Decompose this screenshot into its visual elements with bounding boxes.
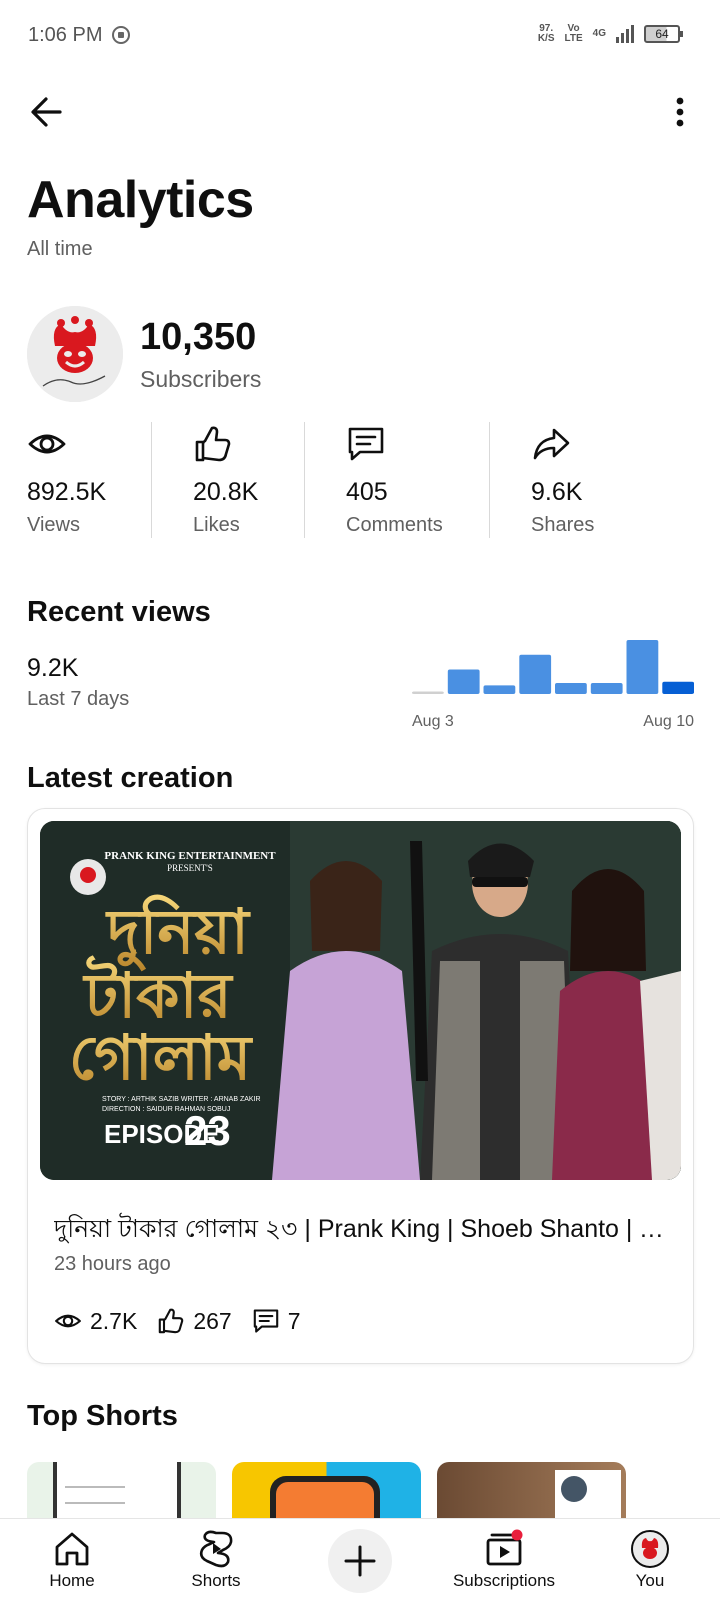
stat-value: 892.5K: [27, 478, 107, 506]
volte-bottom: LTE: [564, 33, 583, 44]
bottom-navigation: Home Shorts Subscriptions You: [0, 1518, 720, 1600]
video-views: 2.7K: [54, 1307, 137, 1335]
video-posted-time: 23 hours ago: [54, 1253, 171, 1275]
status-time: 1:06 PM: [28, 24, 103, 46]
nav-subscriptions[interactable]: Subscriptions: [448, 1519, 560, 1600]
short-thumbnail[interactable]: [27, 1462, 216, 1518]
stats-row: 892.5K Views 20.8K Likes 405 Comments 9.…: [27, 422, 693, 540]
short-thumbnail[interactable]: [232, 1462, 421, 1518]
chart-bar: [626, 640, 659, 694]
video-likes-value: 267: [193, 1307, 232, 1334]
home-icon: [55, 1532, 89, 1566]
screen-record-icon: [112, 26, 130, 44]
subscriptions-icon: [486, 1529, 523, 1566]
thumb-presenter: PRANK KING ENTERTAINMENT: [104, 850, 276, 862]
thumbnail-artwork: PRANK KING ENTERTAINMENT PRESENT'S দুনিয…: [40, 821, 681, 1180]
stat-label: Likes: [193, 514, 240, 536]
battery-icon: 64: [644, 25, 683, 43]
share-icon: [533, 428, 570, 460]
video-likes: 267: [157, 1307, 232, 1335]
status-bar: 1:06 PM 97. K/S Vo LTE 4G 64: [0, 0, 720, 72]
nav-home-label: Home: [49, 1571, 95, 1590]
stat-value: 9.6K: [531, 478, 583, 506]
page-title: Analytics: [27, 171, 254, 229]
thumb-episode-number: 23: [184, 1107, 231, 1154]
nav-shorts[interactable]: Shorts: [184, 1519, 248, 1600]
create-button[interactable]: [328, 1529, 392, 1593]
signal-icon: [616, 25, 634, 43]
recent-views-chart[interactable]: Aug 3 Aug 10: [412, 640, 694, 730]
recent-views-label: Last 7 days: [27, 688, 130, 710]
chart-bar: [555, 683, 587, 694]
thumbs-up-icon: [159, 1308, 184, 1334]
chart-bar: [662, 681, 694, 694]
nav-you-label: You: [635, 1571, 665, 1590]
arrow-left-icon: [31, 97, 62, 127]
status-indicators: 97. K/S Vo LTE 4G 64: [538, 24, 683, 44]
channel-avatar[interactable]: [27, 306, 123, 402]
subscribers-count: 10,350: [140, 316, 257, 358]
network-type: 4G: [592, 28, 606, 39]
stat-views[interactable]: 892.5K Views: [27, 422, 151, 540]
stat-comments[interactable]: 405 Comments: [305, 422, 489, 540]
back-button[interactable]: [26, 92, 70, 132]
eye-icon: [28, 434, 66, 454]
video-comments-value: 7: [287, 1307, 301, 1334]
shorts-icon: [199, 1530, 233, 1568]
recent-views-value: 9.2K: [27, 654, 79, 682]
prank-king-logo: [27, 306, 123, 402]
stat-label: Comments: [346, 514, 443, 536]
stat-likes[interactable]: 20.8K Likes: [152, 422, 304, 540]
recent-views-title: Recent views: [27, 596, 211, 628]
plus-icon: [344, 1545, 376, 1577]
network-speed-unit: K/S: [537, 33, 555, 44]
nav-subscriptions-label: Subscriptions: [452, 1571, 556, 1590]
stat-value: 405: [346, 478, 388, 506]
stat-shares[interactable]: 9.6K Shares: [490, 422, 640, 540]
chart-tick-start: Aug 3: [412, 713, 454, 730]
top-shorts-title: Top Shorts: [27, 1400, 178, 1432]
video-title[interactable]: দুনিয়া টাকার গোলাম ২৩ | Prank King | Sh…: [54, 1209, 674, 1252]
comment-icon: [348, 427, 384, 461]
comment-icon: [253, 1309, 278, 1333]
volte-indicator: Vo LTE: [565, 24, 583, 44]
thumb-title-line3: গোলাম: [69, 1021, 254, 1094]
top-shorts-row: [27, 1462, 720, 1518]
chart-bar: [483, 685, 516, 694]
more-options-button[interactable]: [668, 92, 692, 132]
latest-creation-card[interactable]: PRANK KING ENTERTAINMENT PRESENT'S দুনিয…: [27, 808, 694, 1364]
page-subtitle: All time: [27, 238, 93, 260]
chart-tick-end: Aug 10: [643, 713, 694, 730]
nav-shorts-label: Shorts: [191, 1571, 241, 1590]
chart-bar: [590, 683, 623, 694]
video-comments: 7: [252, 1307, 301, 1335]
nav-home[interactable]: Home: [44, 1519, 100, 1600]
short-thumbnail[interactable]: [437, 1462, 626, 1518]
subscribers-label: Subscribers: [140, 366, 262, 392]
video-views-value: 2.7K: [90, 1307, 138, 1334]
latest-creation-title: Latest creation: [27, 762, 234, 794]
thumbs-up-icon: [195, 426, 231, 462]
profile-avatar-icon: [631, 1530, 669, 1568]
thumb-credits-1: STORY : ARTHIK SAZIB WRITER : ARNAB ZAKI…: [102, 1096, 261, 1103]
video-thumbnail[interactable]: PRANK KING ENTERTAINMENT PRESENT'S দুনিয…: [40, 821, 681, 1180]
stat-value: 20.8K: [193, 478, 259, 506]
chart-bar: [447, 669, 480, 694]
thumb-presents: PRESENT'S: [167, 863, 213, 873]
more-vertical-icon: [676, 97, 684, 127]
stat-label: Shares: [531, 514, 595, 536]
network-speed: 97. K/S: [538, 24, 555, 44]
nav-you[interactable]: You: [628, 1519, 672, 1600]
notification-dot: [511, 1529, 523, 1541]
eye-icon: [55, 1314, 81, 1328]
video-stats: 2.7K 267 7: [54, 1307, 321, 1335]
chart-bar: [519, 654, 552, 694]
stat-label: Views: [27, 514, 80, 536]
top-app-bar: [0, 80, 720, 144]
chart-bar: [412, 691, 444, 694]
